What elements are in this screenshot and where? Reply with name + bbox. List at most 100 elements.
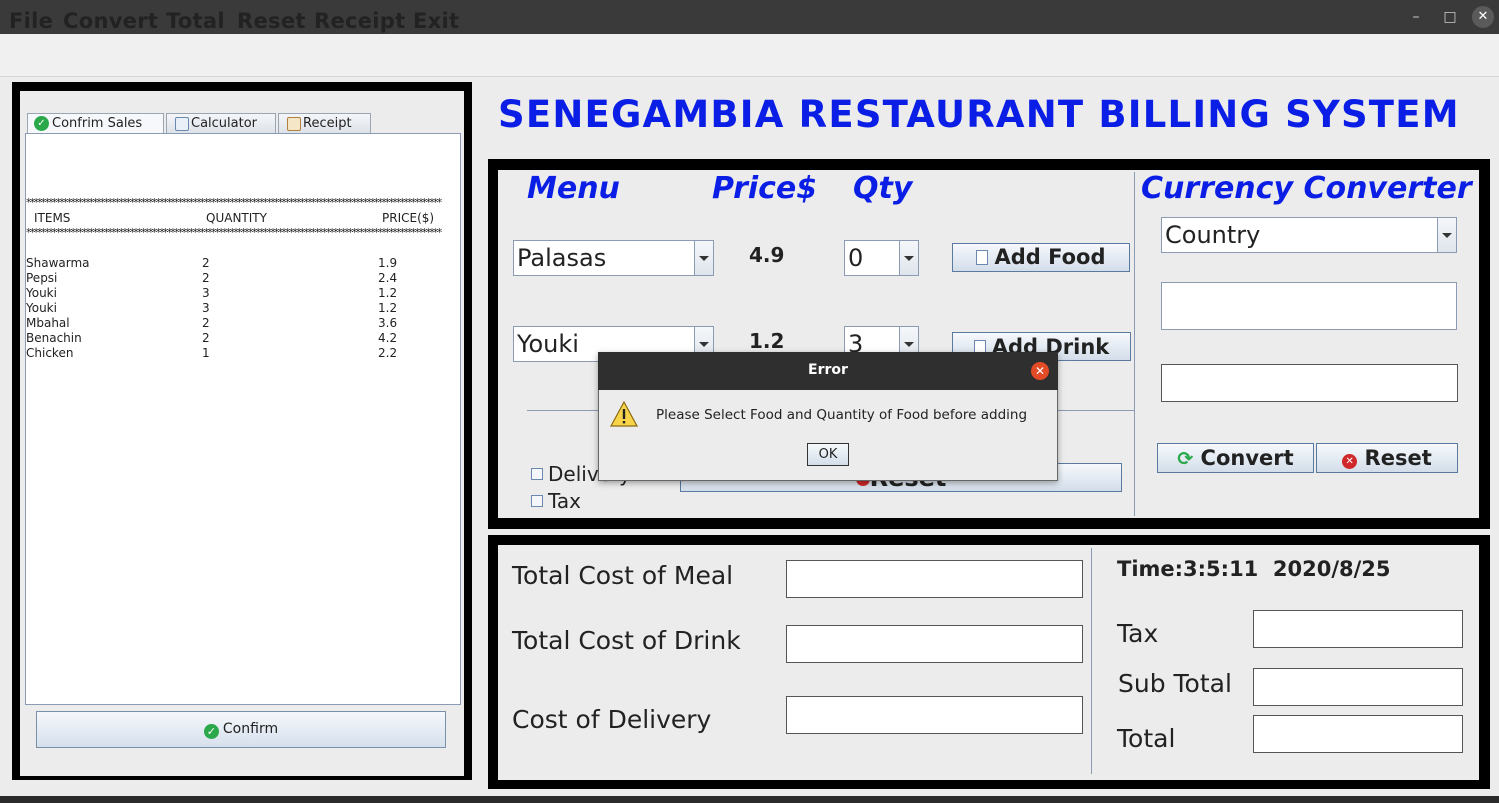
meal-cost-field[interactable] — [786, 560, 1083, 598]
tax-label: Tax — [548, 489, 581, 513]
menu-convert[interactable]: Convert — [63, 9, 158, 33]
country-select-value: Country — [1165, 221, 1261, 249]
dialog-message: Please Select Food and Quantity of Food … — [656, 407, 1028, 423]
total-field[interactable] — [1253, 715, 1463, 753]
receipt-row-price: 1.2 — [378, 301, 398, 315]
receipt-row-qty: 2 — [202, 271, 210, 285]
drink-cost-field[interactable] — [786, 625, 1083, 663]
amount-input[interactable] — [1161, 282, 1457, 330]
qty-header: Qty — [853, 171, 913, 206]
food-select[interactable]: Palasas — [513, 240, 714, 276]
total-label: Total — [1117, 724, 1176, 753]
menu-total[interactable]: Total — [166, 9, 225, 33]
tab-confirm-sales[interactable]: ✓ Confrim Sales — [27, 113, 164, 133]
converted-output — [1161, 364, 1458, 402]
country-select[interactable]: Country — [1161, 217, 1457, 253]
tab-label: Calculator — [191, 116, 258, 131]
check-circle-icon: ✓ — [34, 116, 49, 131]
converter-reset-button[interactable]: ✕ Reset — [1316, 443, 1458, 473]
meal-cost-label: Total Cost of Meal — [512, 561, 734, 590]
receipt-row-qty: 2 — [202, 331, 210, 345]
chevron-down-icon[interactable] — [1437, 218, 1456, 252]
tax-total-label: Tax — [1117, 619, 1159, 648]
receipt-row-price: 4.2 — [378, 331, 398, 345]
minimize-icon[interactable]: – — [1405, 6, 1427, 28]
dialog-close-icon[interactable]: ✕ — [1031, 362, 1049, 380]
document-icon — [976, 250, 989, 265]
ok-button[interactable]: OK — [807, 443, 849, 466]
food-qty-value: 0 — [848, 244, 864, 272]
receipt-row-qty: 1 — [202, 346, 210, 360]
time-display: Time:3:5:11 2020/8/25 — [1117, 557, 1391, 581]
panel-divider — [1134, 172, 1135, 516]
receipt-header-items: ITEMS — [34, 211, 71, 225]
totals-divider — [1091, 548, 1092, 774]
drink-cost-label: Total Cost of Drink — [512, 626, 741, 655]
convert-button[interactable]: ⟳ Convert — [1157, 443, 1314, 473]
price-header: Price$ — [712, 171, 818, 206]
receipt-row-price: 2.4 — [378, 271, 398, 285]
tab-label: Confrim Sales — [52, 116, 143, 131]
receipt-row-item: Benachin — [26, 331, 82, 345]
menu-header: Menu — [527, 171, 620, 206]
receipt-divider: ****************************************… — [26, 226, 442, 239]
delivery-cost-field[interactable] — [786, 696, 1083, 734]
receipt-row-qty: 3 — [202, 286, 210, 300]
confirm-label: Confirm — [222, 721, 279, 737]
receipt-row-item: Mbahal — [26, 316, 70, 330]
receipt-row-item: Shawarma — [26, 256, 90, 270]
receipt-row-item: Pepsi — [26, 271, 58, 285]
receipt-row-qty: 3 — [202, 301, 210, 315]
close-icon[interactable]: ✕ — [1472, 6, 1494, 28]
receipt-row-price: 1.9 — [378, 256, 398, 270]
food-price: 4.9 — [749, 243, 785, 267]
receipt-row-price: 1.2 — [378, 286, 398, 300]
receipt-icon — [287, 117, 301, 131]
food-select-value: Palasas — [517, 244, 607, 272]
maximize-icon[interactable]: □ — [1439, 6, 1461, 28]
subtotal-field[interactable] — [1253, 668, 1463, 706]
check-circle-icon: ✓ — [203, 724, 219, 739]
receipt-row-item: Chicken — [26, 346, 74, 360]
menu-exit[interactable]: Exit — [413, 9, 459, 33]
receipt-row-qty: 2 — [202, 316, 210, 330]
chevron-down-icon[interactable] — [899, 241, 918, 275]
page-title: SENEGAMBIA RESTAURANT BILLING SYSTEM — [498, 93, 1460, 136]
chevron-down-icon[interactable] — [694, 241, 713, 275]
subtotal-label: Sub Total — [1118, 669, 1232, 698]
receipt-row-price: 3.6 — [378, 316, 398, 330]
receipt-row-item: Youki — [26, 286, 57, 300]
drink-price: 1.2 — [749, 329, 785, 353]
tab-label: Receipt — [303, 116, 352, 131]
taskbar-strip — [0, 796, 1499, 803]
tax-checkbox[interactable] — [531, 495, 543, 507]
drink-select-value: Youki — [517, 330, 579, 358]
error-circle-icon: ✕ — [1342, 454, 1358, 469]
add-food-button[interactable]: Add Food — [952, 243, 1130, 272]
receipt-row-item: Youki — [26, 301, 57, 315]
menu-bar — [0, 34, 1499, 77]
currency-converter-title: Currency Converter — [1141, 171, 1472, 206]
converter-reset-label: Reset — [1364, 446, 1432, 470]
receipt-divider: ****************************************… — [26, 196, 442, 209]
tab-calculator[interactable]: Calculator — [166, 113, 276, 133]
menu-receipt[interactable]: Receipt — [314, 9, 405, 33]
receipt-row-qty: 2 — [202, 256, 210, 270]
calculator-icon — [175, 117, 189, 131]
confirm-button[interactable]: ✓ Confirm — [36, 711, 446, 748]
delivery-cost-label: Cost of Delivery — [512, 705, 712, 734]
convert-label: Convert — [1200, 446, 1294, 470]
receipt-row-price: 2.2 — [378, 346, 398, 360]
delivery-checkbox[interactable] — [531, 468, 543, 480]
tax-field[interactable] — [1253, 610, 1463, 648]
receipt-header-quantity: QUANTITY — [206, 211, 267, 225]
add-food-label: Add Food — [994, 245, 1106, 269]
warning-icon — [610, 401, 638, 427]
menu-file[interactable]: File — [9, 9, 53, 33]
refresh-icon: ⟳ — [1177, 448, 1194, 470]
dialog-title: Error — [808, 362, 848, 378]
receipt-header-price: PRICE($) — [382, 211, 435, 225]
food-qty-select[interactable]: 0 — [844, 240, 919, 276]
tab-receipt[interactable]: Receipt — [278, 113, 371, 133]
menu-reset[interactable]: Reset — [237, 9, 306, 33]
